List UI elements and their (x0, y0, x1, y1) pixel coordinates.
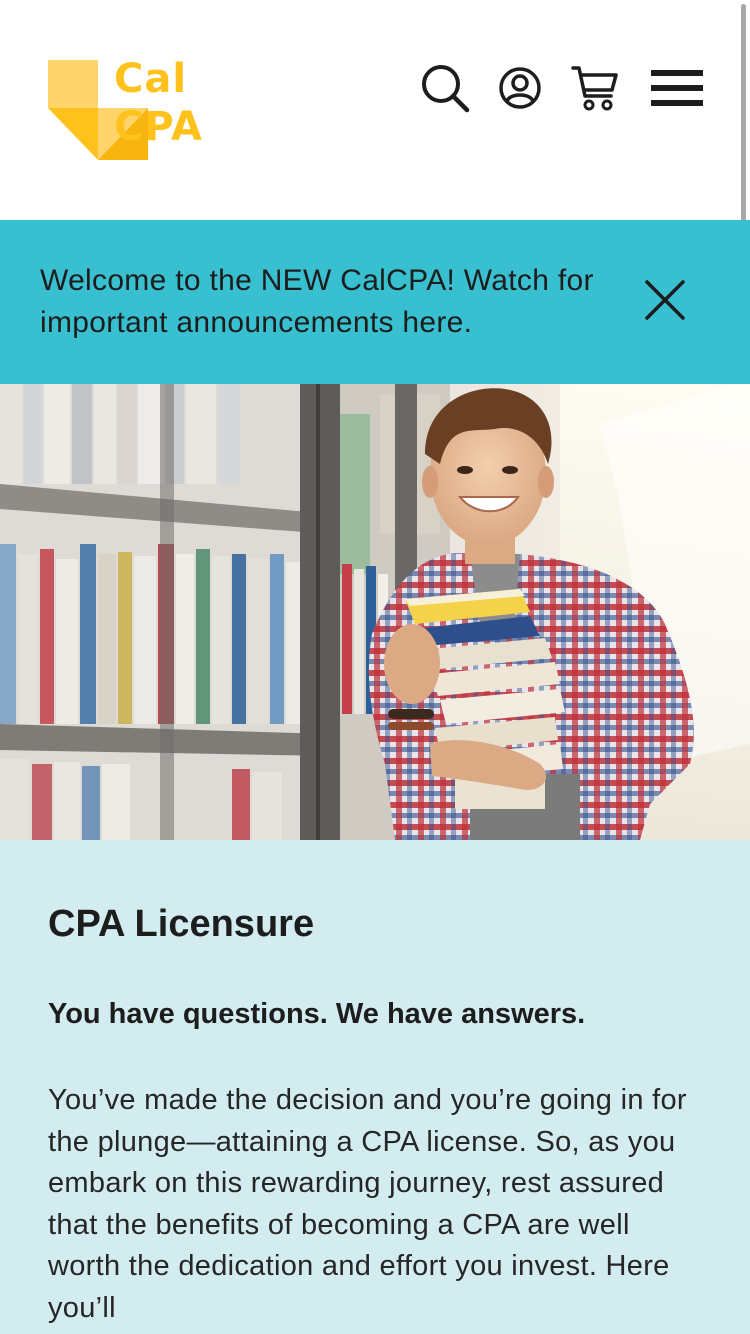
section-body: You’ve made the decision and you’re goin… (48, 1084, 687, 1324)
search-icon (422, 65, 470, 113)
close-icon (645, 280, 685, 320)
logo-line-1: Cal (114, 56, 188, 102)
search-button[interactable] (419, 62, 471, 114)
section-subtitle: You have questions. We have answers. (48, 998, 586, 1030)
menu-button[interactable] (650, 62, 704, 114)
hamburger-menu-icon (651, 70, 703, 106)
page-scrollbar[interactable] (741, 4, 746, 236)
announcement-text: Welcome to the NEW CalCPA! Watch for imp… (40, 264, 594, 339)
licensure-section: CPA Licensure You have questions. We hav… (0, 840, 750, 1334)
announcement-bar: Welcome to the NEW CalCPA! Watch for imp… (0, 220, 750, 384)
cart-button[interactable] (569, 62, 621, 114)
logo-wordmark: Cal CPA (114, 56, 203, 150)
site-header: Cal CPA (0, 0, 750, 236)
account-button[interactable] (494, 62, 546, 114)
student-with-books-photo (0, 384, 750, 840)
shopping-cart-icon (571, 66, 618, 111)
calcpa-logo[interactable]: Cal CPA (48, 56, 258, 162)
page: Cal CPA Welcome to the NEW CalCPA! Watch… (0, 0, 750, 1334)
user-circle-icon (499, 67, 541, 109)
hero-image (0, 384, 750, 840)
logo-line-2: CPA (114, 104, 203, 150)
section-title: CPA Licensure (48, 903, 315, 945)
announcement-close-button[interactable] (640, 275, 690, 325)
